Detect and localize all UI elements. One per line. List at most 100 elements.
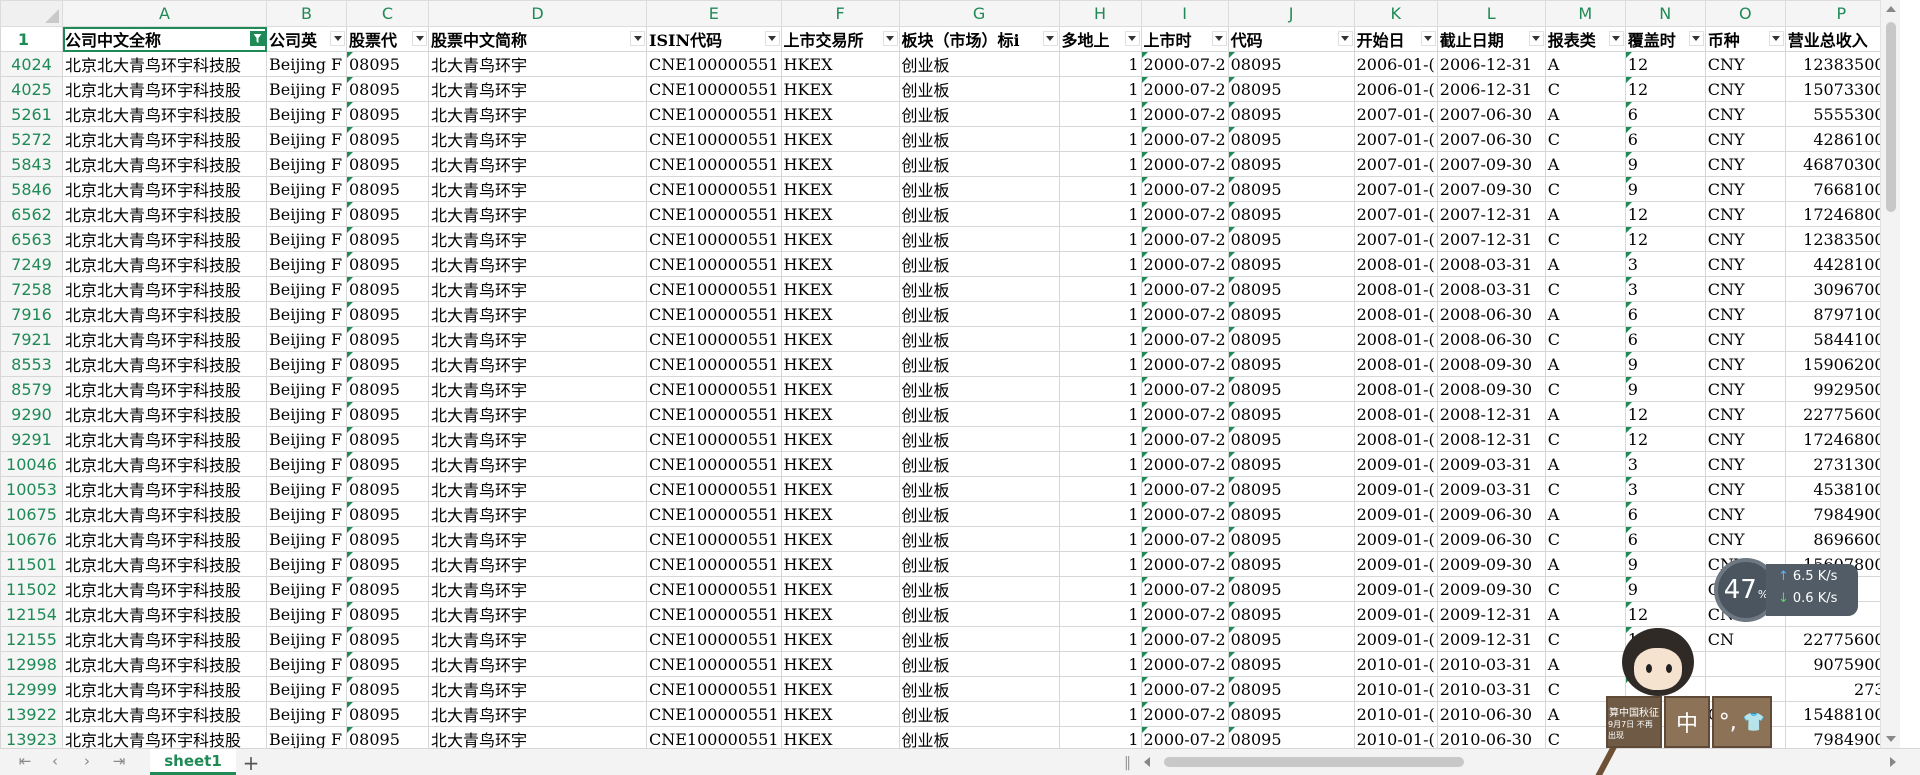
filter-dropdown-icon[interactable] [1420, 31, 1436, 46]
cell-short-name[interactable]: 北大青鸟环宇 [428, 76, 647, 102]
cell-english-name[interactable]: Beijing F [266, 676, 347, 702]
cell-company-name[interactable]: 北京北大青鸟环宇科技股 [62, 326, 267, 352]
header-cell-board[interactable]: 板块（市场）标i [898, 26, 1060, 52]
cell-listing-date[interactable]: 2000-07-2 [1140, 151, 1229, 177]
header-cell-start-date[interactable]: 开始日 [1353, 26, 1438, 52]
row-number[interactable]: 8579 [0, 376, 63, 402]
row-number[interactable]: 8553 [0, 351, 63, 377]
cell-coverage[interactable]: 6 [1624, 326, 1706, 352]
cell-exchange[interactable]: HKEX [780, 76, 900, 102]
cell-report-type[interactable]: A [1544, 551, 1626, 577]
cell-board[interactable]: 创业板 [898, 676, 1060, 702]
cell-report-type[interactable]: C [1544, 426, 1626, 452]
cell-board[interactable]: 创业板 [898, 551, 1060, 577]
cell-coverage[interactable]: 6 [1624, 126, 1706, 152]
cell-report-type[interactable]: C [1544, 276, 1626, 302]
cell-board[interactable]: 创业板 [898, 726, 1060, 748]
cell-listing-date[interactable]: 2000-07-2 [1140, 626, 1229, 652]
cell-exchange[interactable]: HKEX [780, 201, 900, 227]
cell-english-name[interactable]: Beijing F [266, 251, 347, 277]
next-sheet-icon[interactable]: › [76, 752, 98, 770]
cell-currency[interactable]: CNY [1704, 501, 1786, 527]
cell-exchange[interactable]: HKEX [780, 451, 900, 477]
ime-mascot-toolbar[interactable]: 算中国秋征 9月7日 不再出现 中 °, 👕 [1586, 624, 1772, 775]
cell-company-name[interactable]: 北京北大青鸟环宇科技股 [62, 201, 267, 227]
cell-code[interactable]: 08095 [1227, 401, 1355, 427]
cell-short-name[interactable]: 北大青鸟环宇 [428, 476, 647, 502]
cell-code[interactable]: 08095 [1227, 276, 1355, 302]
cell-report-type[interactable]: A [1544, 351, 1626, 377]
cell-coverage[interactable]: 12 [1624, 426, 1706, 452]
cell-start-date[interactable]: 2009-01-( [1353, 576, 1438, 602]
cell-board[interactable]: 创业板 [898, 651, 1060, 677]
cell-english-name[interactable]: Beijing F [266, 451, 347, 477]
cell-exchange[interactable]: HKEX [780, 276, 900, 302]
cell-board[interactable]: 创业板 [898, 451, 1060, 477]
cell-multi-listing[interactable]: 1 [1058, 676, 1142, 702]
cell-end-date[interactable]: 2009-06-30 [1436, 526, 1546, 552]
ime-language-button[interactable]: 中 [1664, 696, 1710, 748]
cell-end-date[interactable]: 2008-06-30 [1436, 301, 1546, 327]
cell-board[interactable]: 创业板 [898, 401, 1060, 427]
cell-currency[interactable]: CNY [1704, 426, 1786, 452]
cell-company-name[interactable]: 北京北大青鸟环宇科技股 [62, 51, 267, 77]
column-header[interactable]: D [428, 0, 647, 27]
column-header[interactable]: B [266, 0, 347, 27]
filter-active-icon[interactable] [250, 31, 265, 46]
cell-board[interactable]: 创业板 [898, 101, 1060, 127]
cell-board[interactable]: 创业板 [898, 151, 1060, 177]
cell-stock-code[interactable]: 08095 [346, 701, 429, 727]
cell-exchange[interactable]: HKEX [780, 326, 900, 352]
cell-exchange[interactable]: HKEX [780, 401, 900, 427]
cell-code[interactable]: 08095 [1227, 626, 1355, 652]
cell-short-name[interactable]: 北大青鸟环宇 [428, 501, 647, 527]
cell-listing-date[interactable]: 2000-07-2 [1140, 601, 1229, 627]
cell-english-name[interactable]: Beijing F [266, 76, 347, 102]
cell-board[interactable]: 创业板 [898, 51, 1060, 77]
cell-code[interactable]: 08095 [1227, 351, 1355, 377]
cell-english-name[interactable]: Beijing F [266, 276, 347, 302]
cell-isin[interactable]: CNE100000551 [646, 226, 782, 252]
cell-start-date[interactable]: 2009-01-( [1353, 451, 1438, 477]
cell-listing-date[interactable]: 2000-07-2 [1140, 576, 1229, 602]
cell-isin[interactable]: CNE100000551 [646, 276, 782, 302]
cell-english-name[interactable]: Beijing F [266, 526, 347, 552]
cell-english-name[interactable]: Beijing F [266, 151, 347, 177]
cell-english-name[interactable]: Beijing F [266, 101, 347, 127]
cell-stock-code[interactable]: 08095 [346, 676, 429, 702]
column-header[interactable]: O [1704, 0, 1786, 27]
cell-end-date[interactable]: 2007-06-30 [1436, 126, 1546, 152]
cell-english-name[interactable]: Beijing F [266, 476, 347, 502]
cell-code[interactable]: 08095 [1227, 651, 1355, 677]
cell-board[interactable]: 创业板 [898, 76, 1060, 102]
cell-start-date[interactable]: 2009-01-( [1353, 501, 1438, 527]
cell-multi-listing[interactable]: 1 [1058, 426, 1142, 452]
cell-end-date[interactable]: 2009-12-31 [1436, 626, 1546, 652]
cell-company-name[interactable]: 北京北大青鸟环宇科技股 [62, 151, 267, 177]
cell-exchange[interactable]: HKEX [780, 426, 900, 452]
cell-end-date[interactable]: 2008-06-30 [1436, 326, 1546, 352]
cell-end-date[interactable]: 2008-12-31 [1436, 401, 1546, 427]
cell-stock-code[interactable]: 08095 [346, 351, 429, 377]
cell-stock-code[interactable]: 08095 [346, 526, 429, 552]
cell-english-name[interactable]: Beijing F [266, 426, 347, 452]
cell-currency[interactable]: CNY [1704, 351, 1786, 377]
cell-english-name[interactable]: Beijing F [266, 401, 347, 427]
cell-start-date[interactable]: 2009-01-( [1353, 476, 1438, 502]
cell-stock-code[interactable]: 08095 [346, 76, 429, 102]
vertical-scrollbar[interactable] [1880, 0, 1900, 748]
cell-isin[interactable]: CNE100000551 [646, 76, 782, 102]
cell-stock-code[interactable]: 08095 [346, 301, 429, 327]
cell-start-date[interactable]: 2010-01-( [1353, 701, 1438, 727]
split-handle-icon[interactable]: ‖ [1124, 755, 1131, 771]
cell-multi-listing[interactable]: 1 [1058, 576, 1142, 602]
cell-exchange[interactable]: HKEX [780, 701, 900, 727]
row-number[interactable]: 12999 [0, 676, 63, 702]
header-cell-isin[interactable]: ISIN代码 [646, 26, 782, 52]
cell-listing-date[interactable]: 2000-07-2 [1140, 651, 1229, 677]
cell-listing-date[interactable]: 2000-07-2 [1140, 101, 1229, 127]
cell-exchange[interactable]: HKEX [780, 301, 900, 327]
cell-start-date[interactable]: 2009-01-( [1353, 601, 1438, 627]
cell-report-type[interactable]: C [1544, 376, 1626, 402]
cell-multi-listing[interactable]: 1 [1058, 501, 1142, 527]
